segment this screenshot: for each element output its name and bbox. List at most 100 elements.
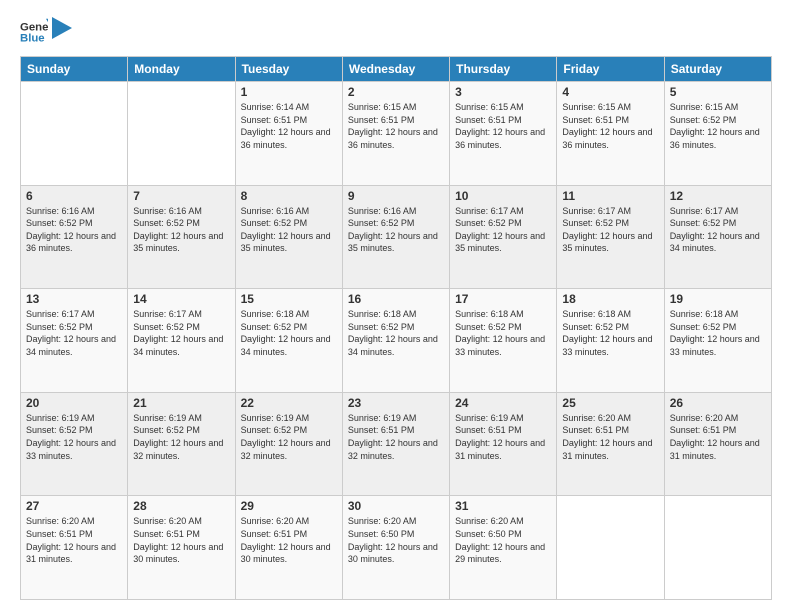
day-info: Sunrise: 6:20 AMSunset: 6:51 PMDaylight:… — [26, 515, 122, 565]
weekday-header-sunday: Sunday — [21, 57, 128, 82]
day-number: 2 — [348, 85, 444, 99]
day-info: Sunrise: 6:17 AMSunset: 6:52 PMDaylight:… — [133, 308, 229, 358]
day-info: Sunrise: 6:20 AMSunset: 6:50 PMDaylight:… — [348, 515, 444, 565]
week-row-4: 20Sunrise: 6:19 AMSunset: 6:52 PMDayligh… — [21, 392, 772, 496]
day-cell — [557, 496, 664, 600]
day-info: Sunrise: 6:18 AMSunset: 6:52 PMDaylight:… — [670, 308, 766, 358]
day-number: 28 — [133, 499, 229, 513]
day-info: Sunrise: 6:15 AMSunset: 6:51 PMDaylight:… — [455, 101, 551, 151]
logo-icon: General Blue — [20, 18, 48, 46]
day-number: 15 — [241, 292, 337, 306]
day-cell: 26 Sunrise: 6:20 AMSunset: 6:51 PMDayligh… — [664, 392, 771, 496]
day-cell: 30Sunrise: 6:20 AMSunset: 6:50 PMDayligh… — [342, 496, 449, 600]
day-cell: 23Sunrise: 6:19 AMSunset: 6:51 PMDayligh… — [342, 392, 449, 496]
day-cell: 28 Sunrise: 6:20 AMSunset: 6:51 PMDayligh… — [128, 496, 235, 600]
day-cell: 21 Sunrise: 6:19 AMSunset: 6:52 PMDayligh… — [128, 392, 235, 496]
week-row-3: 13 Sunrise: 6:17 AMSunset: 6:52 PMDayligh… — [21, 289, 772, 393]
day-cell: 20Sunrise: 6:19 AMSunset: 6:52 PMDayligh… — [21, 392, 128, 496]
day-info: Sunrise: 6:20 AMSunset: 6:51 PMDaylight:… — [670, 412, 766, 462]
weekday-header-saturday: Saturday — [664, 57, 771, 82]
weekday-header-wednesday: Wednesday — [342, 57, 449, 82]
weekday-header-monday: Monday — [128, 57, 235, 82]
day-cell: 9 Sunrise: 6:16 AMSunset: 6:52 PMDaylight… — [342, 185, 449, 289]
svg-text:Blue: Blue — [20, 33, 45, 45]
day-cell: 6 Sunrise: 6:16 AMSunset: 6:52 PMDaylight… — [21, 185, 128, 289]
day-number: 3 — [455, 85, 551, 99]
day-info: Sunrise: 6:18 AMSunset: 6:52 PMDaylight:… — [348, 308, 444, 358]
page: General Blue SundayMondayTuesdayWednesda… — [0, 0, 792, 612]
day-info: Sunrise: 6:16 AMSunset: 6:52 PMDaylight:… — [241, 205, 337, 255]
logo: General Blue — [20, 18, 72, 46]
calendar-table: SundayMondayTuesdayWednesdayThursdayFrid… — [20, 56, 772, 600]
day-number: 14 — [133, 292, 229, 306]
svg-text:General: General — [20, 21, 48, 33]
weekday-header-thursday: Thursday — [450, 57, 557, 82]
day-number: 21 — [133, 396, 229, 410]
day-info: Sunrise: 6:15 AMSunset: 6:52 PMDaylight:… — [670, 101, 766, 151]
day-cell: 12Sunrise: 6:17 AMSunset: 6:52 PMDayligh… — [664, 185, 771, 289]
day-number: 1 — [241, 85, 337, 99]
day-cell: 5 Sunrise: 6:15 AMSunset: 6:52 PMDaylight… — [664, 82, 771, 186]
day-info: Sunrise: 6:18 AMSunset: 6:52 PMDaylight:… — [241, 308, 337, 358]
day-cell: 13 Sunrise: 6:17 AMSunset: 6:52 PMDayligh… — [21, 289, 128, 393]
day-cell: 17Sunrise: 6:18 AMSunset: 6:52 PMDayligh… — [450, 289, 557, 393]
day-number: 5 — [670, 85, 766, 99]
week-row-5: 27Sunrise: 6:20 AMSunset: 6:51 PMDayligh… — [21, 496, 772, 600]
day-info: Sunrise: 6:20 AMSunset: 6:51 PMDaylight:… — [241, 515, 337, 565]
day-cell: 31 Sunrise: 6:20 AMSunset: 6:50 PMDayligh… — [450, 496, 557, 600]
day-info: Sunrise: 6:19 AMSunset: 6:52 PMDaylight:… — [241, 412, 337, 462]
day-cell: 4 Sunrise: 6:15 AMSunset: 6:51 PMDaylight… — [557, 82, 664, 186]
day-info: Sunrise: 6:15 AMSunset: 6:51 PMDaylight:… — [562, 101, 658, 151]
day-info: Sunrise: 6:19 AMSunset: 6:52 PMDaylight:… — [133, 412, 229, 462]
day-number: 26 — [670, 396, 766, 410]
day-info: Sunrise: 6:17 AMSunset: 6:52 PMDaylight:… — [562, 205, 658, 255]
day-info: Sunrise: 6:20 AMSunset: 6:50 PMDaylight:… — [455, 515, 551, 565]
day-info: Sunrise: 6:19 AMSunset: 6:51 PMDaylight:… — [348, 412, 444, 462]
week-row-1: 1 Sunrise: 6:14 AMSunset: 6:51 PMDaylight… — [21, 82, 772, 186]
day-number: 4 — [562, 85, 658, 99]
day-info: Sunrise: 6:18 AMSunset: 6:52 PMDaylight:… — [562, 308, 658, 358]
top-bar: General Blue — [20, 18, 772, 46]
day-number: 8 — [241, 189, 337, 203]
day-info: Sunrise: 6:17 AMSunset: 6:52 PMDaylight:… — [670, 205, 766, 255]
day-info: Sunrise: 6:16 AMSunset: 6:52 PMDaylight:… — [26, 205, 122, 255]
day-info: Sunrise: 6:17 AMSunset: 6:52 PMDaylight:… — [455, 205, 551, 255]
day-info: Sunrise: 6:17 AMSunset: 6:52 PMDaylight:… — [26, 308, 122, 358]
day-cell: 25Sunrise: 6:20 AMSunset: 6:51 PMDayligh… — [557, 392, 664, 496]
day-cell: 27Sunrise: 6:20 AMSunset: 6:51 PMDayligh… — [21, 496, 128, 600]
day-cell: 2 Sunrise: 6:15 AMSunset: 6:51 PMDaylight… — [342, 82, 449, 186]
day-number: 13 — [26, 292, 122, 306]
header-row: SundayMondayTuesdayWednesdayThursdayFrid… — [21, 57, 772, 82]
day-number: 31 — [455, 499, 551, 513]
day-info: Sunrise: 6:19 AMSunset: 6:52 PMDaylight:… — [26, 412, 122, 462]
day-info: Sunrise: 6:16 AMSunset: 6:52 PMDaylight:… — [348, 205, 444, 255]
day-cell: 1 Sunrise: 6:14 AMSunset: 6:51 PMDaylight… — [235, 82, 342, 186]
day-number: 29 — [241, 499, 337, 513]
day-cell: 10 Sunrise: 6:17 AMSunset: 6:52 PMDayligh… — [450, 185, 557, 289]
day-cell: 29 Sunrise: 6:20 AMSunset: 6:51 PMDayligh… — [235, 496, 342, 600]
day-cell: 22 Sunrise: 6:19 AMSunset: 6:52 PMDayligh… — [235, 392, 342, 496]
day-number: 16 — [348, 292, 444, 306]
day-info: Sunrise: 6:20 AMSunset: 6:51 PMDaylight:… — [133, 515, 229, 565]
day-cell — [21, 82, 128, 186]
day-cell: 7 Sunrise: 6:16 AMSunset: 6:52 PMDaylight… — [128, 185, 235, 289]
day-info: Sunrise: 6:14 AMSunset: 6:51 PMDaylight:… — [241, 101, 337, 151]
day-number: 19 — [670, 292, 766, 306]
day-info: Sunrise: 6:16 AMSunset: 6:52 PMDaylight:… — [133, 205, 229, 255]
logo-arrow-icon — [52, 17, 72, 39]
day-number: 11 — [562, 189, 658, 203]
day-cell: 11 Sunrise: 6:17 AMSunset: 6:52 PMDayligh… — [557, 185, 664, 289]
day-cell: 18Sunrise: 6:18 AMSunset: 6:52 PMDayligh… — [557, 289, 664, 393]
day-number: 7 — [133, 189, 229, 203]
weekday-header-friday: Friday — [557, 57, 664, 82]
day-info: Sunrise: 6:15 AMSunset: 6:51 PMDaylight:… — [348, 101, 444, 151]
day-info: Sunrise: 6:20 AMSunset: 6:51 PMDaylight:… — [562, 412, 658, 462]
day-number: 6 — [26, 189, 122, 203]
day-number: 9 — [348, 189, 444, 203]
day-cell: 24Sunrise: 6:19 AMSunset: 6:51 PMDayligh… — [450, 392, 557, 496]
week-row-2: 6 Sunrise: 6:16 AMSunset: 6:52 PMDaylight… — [21, 185, 772, 289]
day-cell — [664, 496, 771, 600]
day-number: 22 — [241, 396, 337, 410]
day-cell: 16 Sunrise: 6:18 AMSunset: 6:52 PMDayligh… — [342, 289, 449, 393]
day-number: 10 — [455, 189, 551, 203]
